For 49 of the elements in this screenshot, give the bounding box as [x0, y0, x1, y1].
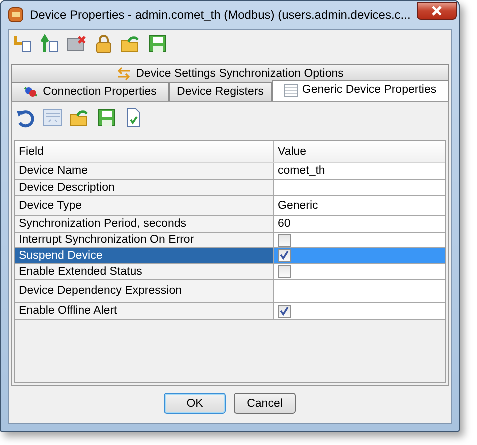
- checkbox[interactable]: [278, 249, 291, 262]
- column-header[interactable]: Field: [15, 141, 274, 162]
- table-row[interactable]: Enable Extended Status: [15, 264, 445, 280]
- lock-icon[interactable]: [94, 34, 114, 54]
- close-button[interactable]: [416, 2, 457, 20]
- save-icon[interactable]: [148, 34, 168, 54]
- save-icon[interactable]: [97, 108, 117, 128]
- field-value: comet_th: [278, 165, 326, 177]
- checkbox[interactable]: [278, 234, 291, 246]
- export-icon[interactable]: [40, 34, 60, 54]
- tab[interactable]: Connection Properties: [11, 82, 169, 101]
- table-row[interactable]: Device Description: [15, 180, 445, 196]
- field-name: Device Type: [19, 200, 82, 212]
- app-icon: [8, 7, 24, 23]
- table-row[interactable]: Device Dependency Expression: [15, 280, 445, 303]
- ok-button[interactable]: OK: [164, 393, 226, 414]
- connector-icon: [23, 85, 40, 99]
- delete-folder-icon[interactable]: [67, 34, 87, 54]
- tab[interactable]: Device Registers: [169, 82, 272, 101]
- swap-arrows-icon: [116, 66, 132, 80]
- undo-icon[interactable]: [16, 108, 36, 128]
- table-row[interactable]: Interrupt Synchronization On Error: [15, 233, 445, 248]
- field-name: Interrupt Synchronization On Error: [19, 234, 194, 246]
- field-name: Enable Extended Status: [19, 266, 142, 278]
- checkbox[interactable]: [278, 265, 291, 278]
- table-row[interactable]: Synchronization Period, seconds 60: [15, 216, 445, 233]
- import-icon[interactable]: [13, 34, 33, 54]
- table-row[interactable]: Device Name comet_th: [15, 163, 445, 180]
- window-title: Device Properties - admin.comet_th (Modbus) (users.admin.devices.c...: [30, 8, 411, 22]
- folder-refresh-icon[interactable]: [70, 108, 90, 128]
- tab[interactable]: Generic Device Properties: [272, 80, 449, 101]
- close-icon: [430, 6, 443, 16]
- field-name: Suspend Device: [19, 250, 103, 262]
- folder-refresh-icon[interactable]: [121, 34, 141, 54]
- tab[interactable]: Device Settings Synchronization Options: [11, 64, 449, 82]
- field-name: Synchronization Period, seconds: [19, 218, 186, 230]
- cancel-button[interactable]: Cancel: [234, 393, 296, 414]
- field-name: Device Description: [19, 182, 115, 194]
- column-header[interactable]: Value: [274, 141, 445, 162]
- table-row[interactable]: Device Type Generic: [15, 196, 445, 216]
- table-row[interactable]: Suspend Device: [15, 248, 445, 264]
- checkbox[interactable]: [278, 304, 291, 318]
- field-value: Generic: [278, 200, 318, 212]
- table-icon: [284, 84, 298, 97]
- field-name: Enable Offline Alert: [19, 305, 118, 317]
- table-row[interactable]: Enable Offline Alert: [15, 303, 445, 320]
- field-name: Device Dependency Expression: [19, 285, 182, 297]
- field-value: 60: [278, 218, 291, 230]
- field-name: Device Name: [19, 165, 88, 177]
